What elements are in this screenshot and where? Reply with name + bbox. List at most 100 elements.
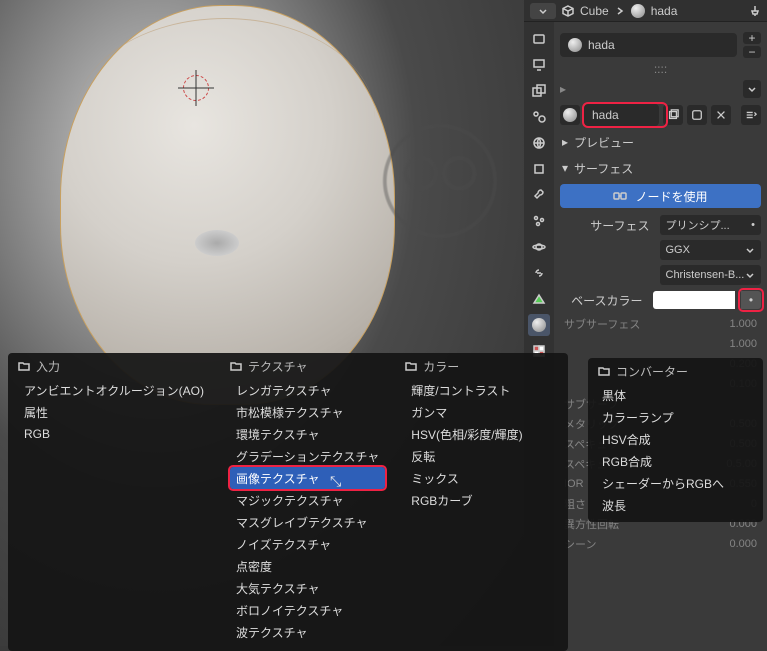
menu-item[interactable]: HSV合成 [592, 428, 759, 450]
menu-item[interactable]: RGBカーブ [405, 489, 558, 511]
slot-drag-handle[interactable]: :::: [560, 62, 761, 76]
base-color-node-button[interactable]: • [741, 291, 761, 309]
new-material-button[interactable] [663, 105, 683, 125]
remove-slot-button[interactable]: − [743, 46, 761, 58]
shader-value: プリンシプ... [666, 217, 730, 233]
menu-header-converter: コンバーター [592, 358, 759, 384]
tab-particles[interactable] [528, 210, 550, 232]
dot-icon: • [751, 219, 755, 231]
distribution-value: GGX [666, 244, 690, 256]
chevron-down-icon [745, 270, 755, 280]
mesh-eye [195, 230, 239, 256]
menu-item[interactable]: ミックス [405, 467, 558, 489]
shader-dropdown[interactable]: プリンシプ... • [660, 215, 762, 235]
material-slot-name: hada [588, 38, 615, 52]
tab-object[interactable] [528, 158, 550, 180]
unlink-material-button[interactable] [711, 105, 731, 125]
menu-item[interactable]: 反転 [405, 445, 558, 467]
distribution-dropdown[interactable]: GGX [660, 240, 762, 260]
menu-item[interactable]: RGB合成 [592, 450, 759, 472]
menu-item[interactable]: ボロノイテクスチャ [230, 599, 385, 621]
menu-item[interactable]: 輝度/コントラスト [405, 379, 558, 401]
menu-item[interactable]: グラデーションテクスチャ [230, 445, 385, 467]
tab-output[interactable] [528, 54, 550, 76]
preview-section: ▸ プレビュー [560, 132, 761, 152]
material-name-row: hada [560, 104, 761, 126]
surface-label: サーフェス [574, 160, 633, 177]
pin-icon[interactable] [749, 5, 761, 17]
material-slot-row: hada + − [560, 32, 761, 58]
tab-physics[interactable] [528, 236, 550, 258]
preview-label: プレビュー [574, 134, 634, 151]
material-name-text: hada [592, 108, 619, 122]
menu-item[interactable]: マスグレイブテクスチャ [230, 511, 385, 533]
tab-render[interactable] [528, 28, 550, 50]
sss-method-dropdown[interactable]: Christensen-B... [660, 265, 762, 285]
surface-section: ▾ サーフェス ノードを使用 サーフェス プリンシプ... • GGX [560, 158, 761, 311]
collapse-tri-icon: ▸ [560, 135, 570, 149]
chevron-right-icon [615, 6, 625, 16]
menu-col-texture: テクスチャ レンガテクスチャ市松模様テクスチャ環境テクスチャグラデーションテクス… [220, 353, 395, 643]
menu-item[interactable]: カラーランプ [592, 406, 759, 428]
tab-constraints[interactable] [528, 262, 550, 284]
material-sphere-icon [532, 318, 546, 332]
menu-item[interactable]: アンビエントオクルージョン(AO) [18, 379, 210, 401]
property-row: 1.000 [560, 334, 761, 354]
menu-item[interactable]: ガンマ [405, 401, 558, 423]
tab-viewlayer[interactable] [528, 80, 550, 102]
panel-options-dropdown[interactable] [530, 3, 556, 19]
expand-tri[interactable]: ▸ [560, 82, 566, 96]
sphere-icon [563, 108, 577, 122]
breadcrumb-object[interactable]: Cube [580, 4, 609, 18]
menu-item[interactable]: シェーダーからRGBへ [592, 472, 759, 494]
material-name-input[interactable]: hada [584, 104, 659, 126]
tab-mesh[interactable] [528, 288, 550, 310]
menu-item[interactable]: 波長 [592, 494, 759, 516]
menu-item[interactable]: RGB [18, 423, 210, 445]
surface-row-label: サーフェス [560, 217, 654, 234]
reference-sketch [360, 90, 520, 350]
folder-icon [405, 360, 417, 372]
material-slot[interactable]: hada [560, 33, 737, 57]
menu-header-input: 入力 [18, 353, 210, 379]
base-color-swatch[interactable] [653, 291, 736, 309]
menu-item[interactable]: 黒体 [592, 384, 759, 406]
surface-header[interactable]: ▾ サーフェス [560, 158, 761, 178]
sss-value: Christensen-B... [666, 269, 745, 281]
menu-item[interactable]: 属性 [18, 401, 210, 423]
add-slot-button[interactable]: + [743, 32, 761, 44]
material-options-button[interactable] [741, 105, 761, 125]
menu-item[interactable]: ノイズテクスチャ [230, 533, 385, 555]
breadcrumb: Cube hada [524, 0, 767, 22]
cube-icon [562, 5, 574, 17]
menu-col-input: 入力 アンビエントオクルージョン(AO)属性RGB [8, 353, 220, 643]
menu-item[interactable]: 市松模様テクスチャ [230, 401, 385, 423]
menu-item[interactable]: 画像テクスチャ [230, 467, 385, 489]
material-browse-button[interactable] [560, 105, 580, 125]
use-nodes-button[interactable]: ノードを使用 [560, 184, 761, 208]
preview-header[interactable]: ▸ プレビュー [560, 132, 761, 152]
folder-icon [598, 365, 610, 377]
cursor-3d [178, 70, 214, 106]
base-color-label: ベースカラー [560, 292, 647, 309]
material-preview-icon [568, 38, 582, 52]
menu-item[interactable]: 大気テクスチャ [230, 577, 385, 599]
breadcrumb-material[interactable]: hada [651, 4, 678, 18]
chevron-down-icon [745, 245, 755, 255]
menu-item[interactable]: 環境テクスチャ [230, 423, 385, 445]
menu-item[interactable]: 波テクスチャ [230, 621, 385, 643]
menu-header-texture: テクスチャ [230, 353, 385, 379]
tab-material[interactable] [528, 314, 550, 336]
menu-item[interactable]: HSV(色相/彩度/輝度) [405, 423, 558, 445]
menu-item[interactable]: 点密度 [230, 555, 385, 577]
tab-scene[interactable] [528, 106, 550, 128]
slot-menu-button[interactable] [743, 80, 761, 98]
menu-col-color: カラー 輝度/コントラストガンマHSV(色相/彩度/輝度)反転ミックスRGBカー… [395, 353, 568, 643]
property-row: シーン0.000 [560, 534, 761, 554]
tab-world[interactable] [528, 132, 550, 154]
copy-material-button[interactable] [687, 105, 707, 125]
tab-modifiers[interactable] [528, 184, 550, 206]
menu-item[interactable]: レンガテクスチャ [230, 379, 385, 401]
menu-item[interactable]: マジックテクスチャ [230, 489, 385, 511]
expand-tri-icon: ▾ [560, 161, 570, 175]
